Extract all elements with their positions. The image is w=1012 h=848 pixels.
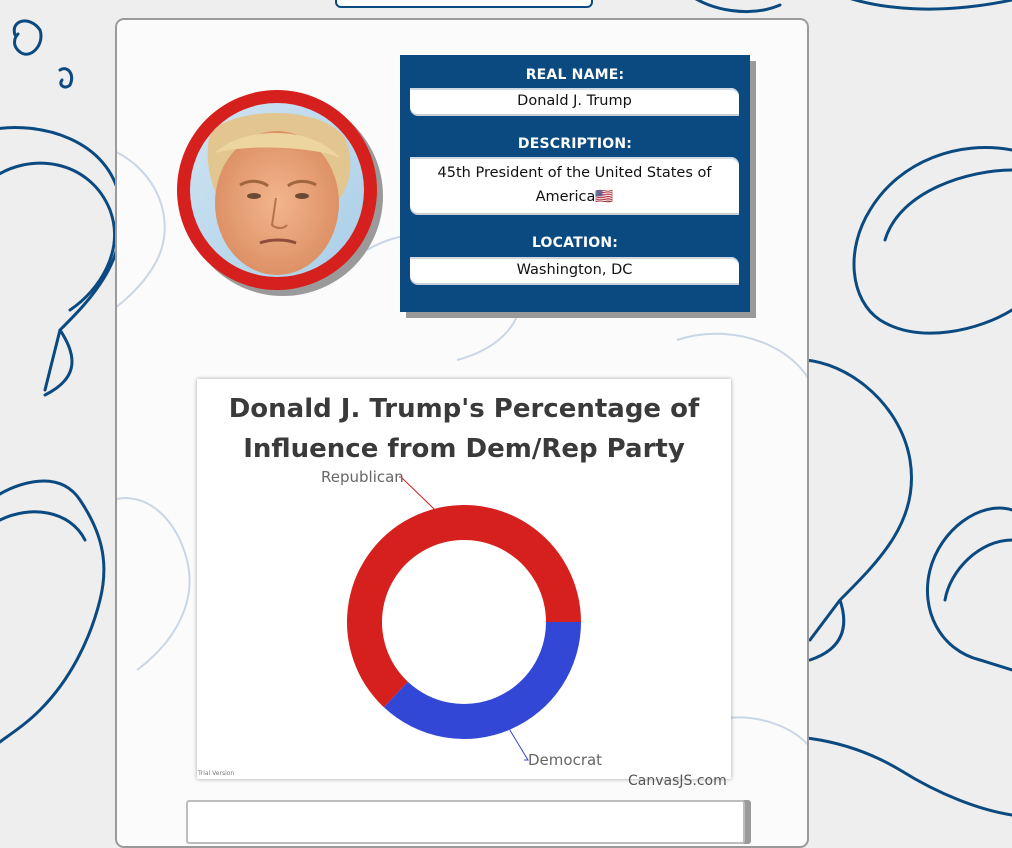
location-value: Washington, DC (410, 257, 739, 283)
real-name-value: Donald J. Trump (410, 88, 739, 114)
index-label-republican: Republican (321, 468, 404, 486)
next-section-box (186, 800, 745, 844)
location-label: LOCATION: (531, 235, 619, 251)
canvasjs-credit-link[interactable]: CanvasJS.com (628, 773, 727, 789)
connector-republican (399, 476, 435, 510)
slice-democrat[interactable] (383, 622, 581, 740)
info-panel: REAL NAME: Donald J. Trump DESCRIPTION: … (400, 55, 750, 312)
portrait-image (190, 103, 364, 277)
profile-photo (190, 103, 364, 277)
description-label: DESCRIPTION: (517, 136, 633, 152)
description-value: 45th President of the United States of A… (410, 157, 739, 213)
top-tab (335, 0, 593, 8)
doughnut-chart: Republican Democrat (321, 468, 602, 769)
connector-democrat (509, 729, 529, 761)
chart-container: Donald J. Trump's Percentage of Influenc… (197, 379, 731, 779)
real-name-label: REAL NAME: (525, 67, 625, 83)
index-label-democrat: Democrat (528, 751, 602, 769)
avatar (177, 90, 377, 290)
trial-version-text: Trial Version (198, 770, 235, 777)
